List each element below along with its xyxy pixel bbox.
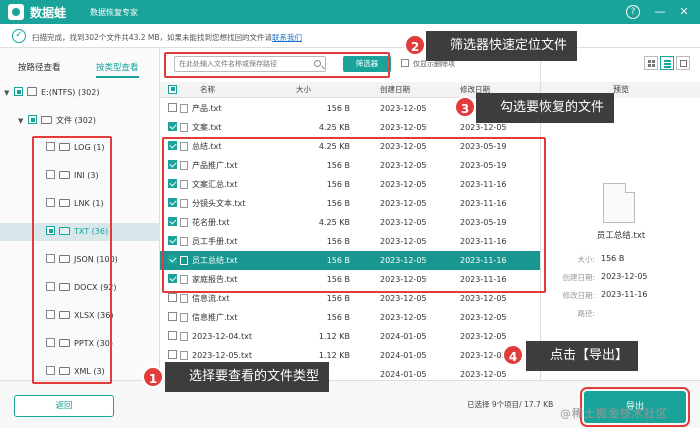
grid-view-icon[interactable]	[644, 56, 658, 70]
file-name: 文案.txt	[192, 123, 222, 132]
tree-file[interactable]: ▼ 文件 (302)	[0, 112, 160, 130]
select-all-checkbox[interactable]	[168, 82, 181, 98]
tree-drive[interactable]: ▼ E:(NTFS) (302)	[0, 84, 160, 102]
contact-us-link[interactable]: 联系我们	[272, 33, 302, 42]
annotation-tip-1: 选择要查看的文件类型	[165, 362, 330, 392]
text-file-icon	[180, 351, 188, 360]
annotation-tip-4: 点击【导出】	[526, 341, 639, 371]
help-icon[interactable]: ?	[626, 5, 640, 19]
app-subtitle: 数据恢复专家	[90, 8, 138, 17]
only-deleted-checkbox[interactable]	[401, 59, 409, 67]
close-icon[interactable]: ✕	[676, 4, 692, 20]
preview-filename: 员工总结.txt	[596, 231, 646, 241]
file-name: 2023-12-04.txt	[192, 332, 253, 341]
file-modified: 2023-12-05	[460, 313, 507, 322]
drive-checkbox[interactable]	[14, 87, 23, 96]
highlight-checked-files	[162, 137, 546, 293]
bottom-bar: 返回 已选择 9个项目/ 17.7 KB 导出 @稀土掘金技术社区	[0, 380, 700, 428]
col-name[interactable]: 名称	[200, 82, 215, 98]
size-value: 156 B	[601, 254, 625, 263]
path-label: 路径:	[577, 309, 595, 318]
file-created: 2024-01-05	[380, 332, 427, 341]
check-icon: ✓	[12, 29, 26, 43]
file-created: 2023-12-05	[380, 104, 427, 113]
annotation-badge-3: 3	[454, 96, 476, 118]
annotation-badge-1: 1	[142, 366, 164, 388]
file-size: 156 B	[326, 104, 350, 113]
minimize-icon[interactable]: —	[652, 4, 668, 20]
drive-icon	[27, 87, 37, 96]
file-size: 1.12 KB	[318, 332, 350, 341]
scan-status-text: 扫描完成，找到302个文件共43.2 MB，如果未能找到您想找回的文件请联系我们	[32, 33, 303, 42]
highlight-filter	[164, 52, 390, 78]
file-created: 2023-12-05	[380, 313, 427, 322]
modified-value: 2023-11-16	[601, 290, 648, 299]
scan-status-bar: ✓ 扫描完成，找到302个文件共43.2 MB，如果未能找到您想找回的文件请联系…	[0, 24, 700, 48]
annotation-badge-2: 2	[404, 34, 426, 56]
file-checkbox[interactable]	[28, 115, 37, 124]
annotation-badge-4: 4	[502, 344, 524, 366]
text-file-icon	[180, 123, 188, 132]
selection-info: 已选择 9个项目/ 17.7 KB	[467, 400, 554, 409]
list-view-icon[interactable]	[660, 56, 674, 70]
annotation-tip-3: 勾选要恢复的文件	[476, 93, 615, 123]
tab-by-path[interactable]: 按路径查看	[18, 58, 61, 78]
file-size: 156 B	[326, 313, 350, 322]
file-name: 信息推广.txt	[192, 313, 238, 322]
table-row[interactable]: 2023-12-04.txt 1.12 KB 2024-01-05 2023-12-0…	[160, 327, 540, 346]
text-file-icon	[180, 313, 188, 322]
text-file-icon	[180, 332, 188, 341]
chevron-down-icon[interactable]: ▼	[18, 112, 28, 130]
folder-icon	[41, 115, 52, 124]
size-label: 大小:	[577, 255, 595, 264]
col-size[interactable]: 大小	[296, 82, 311, 98]
table-row[interactable]: 信息推广.txt 156 B 2023-12-05 2023-12-05	[160, 308, 540, 327]
text-file-icon	[603, 183, 635, 223]
modified-label: 修改日期:	[562, 291, 595, 300]
file-name: 产品.txt	[192, 104, 222, 113]
detail-view-icon[interactable]	[676, 56, 690, 70]
file-modified: 2023-12-05	[460, 351, 507, 360]
file-created: 2023-12-05	[380, 123, 427, 132]
frog-logo-icon	[8, 4, 24, 20]
annotation-tip-2: 筛选器快速定位文件	[426, 31, 578, 61]
text-file-icon	[180, 104, 188, 113]
tab-by-type[interactable]: 按类型查看	[96, 58, 139, 78]
preview-area	[541, 98, 700, 268]
created-value: 2023-12-05	[601, 272, 648, 281]
text-file-icon	[180, 294, 188, 303]
view-toggle	[642, 56, 690, 73]
col-created[interactable]: 创建日期	[380, 82, 410, 98]
file-size: 4.25 KB	[318, 123, 350, 132]
file-modified: 2023-12-05	[460, 332, 507, 341]
chevron-down-icon[interactable]: ▼	[4, 84, 14, 102]
watermark: @稀土掘金技术社区	[560, 407, 668, 420]
back-button[interactable]: 返回	[14, 395, 114, 417]
highlight-type-list	[32, 136, 112, 384]
file-created: 2024-01-05	[380, 351, 427, 360]
title-bar: 数据蛙 数据恢复专家 ? — ✕	[0, 0, 700, 24]
app-name: 数据蛙	[30, 6, 67, 20]
created-label: 创建日期:	[562, 273, 595, 282]
